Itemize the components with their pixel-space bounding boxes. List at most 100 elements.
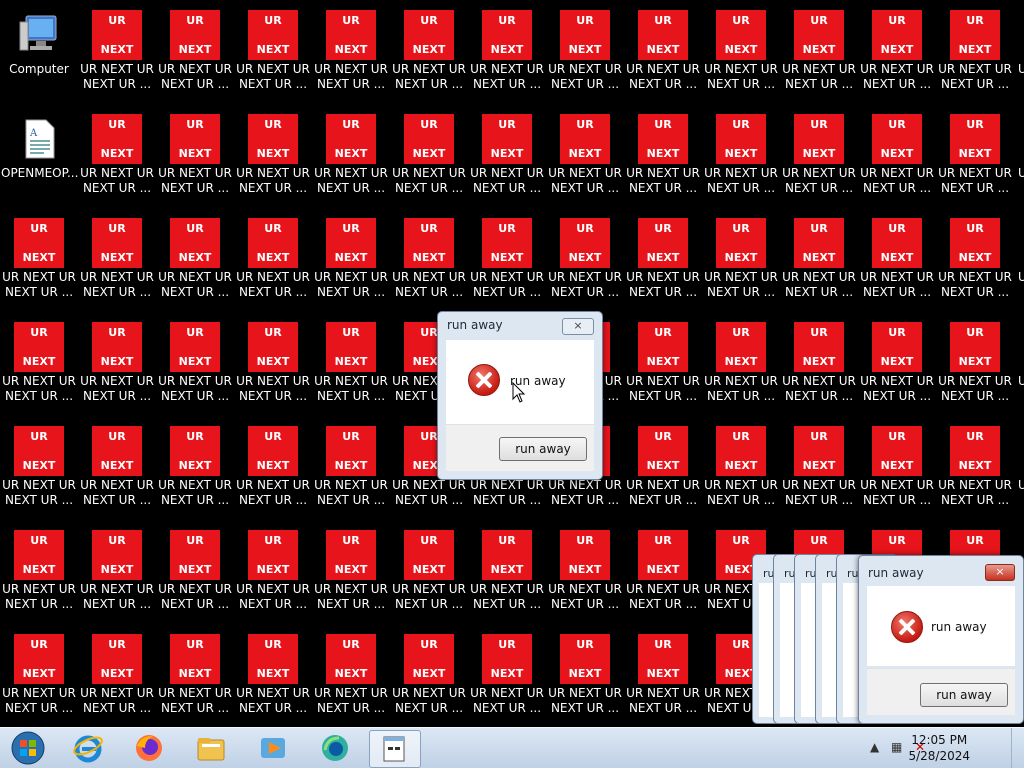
system-clock[interactable]: 12:05 PM 5/28/2024 [908, 732, 970, 764]
desktop-icon-ur-next[interactable]: UR NEXT UR NEXT UR NEXT UR ... [624, 523, 702, 627]
dialog-close-button[interactable]: × [985, 564, 1015, 581]
desktop-icon-label: UR NEXT UR NEXT UR ... [236, 62, 310, 91]
desktop-icon-ur-next[interactable]: UR NEXT UR NEXT UR NEXT UR ... [156, 107, 234, 211]
desktop-icon-cut-off[interactable]: U [1018, 166, 1024, 180]
desktop-icon-ur-next[interactable]: UR NEXT UR NEXT UR NEXT UR ... [468, 627, 546, 731]
desktop-icon-cut-off[interactable]: U [1018, 374, 1024, 388]
desktop-icon-ur-next[interactable]: UR NEXT UR NEXT UR NEXT UR ... [780, 211, 858, 315]
desktop-icon-ur-next[interactable]: UR NEXT UR NEXT UR NEXT UR ... [936, 315, 1014, 419]
desktop-icon-ur-next[interactable]: UR NEXT UR NEXT UR NEXT UR ... [780, 107, 858, 211]
taskbar-explorer[interactable] [186, 730, 236, 766]
desktop-icon-ur-next[interactable]: UR NEXT UR NEXT UR NEXT UR ... [702, 315, 780, 419]
network-icon[interactable]: ▦ [891, 740, 902, 754]
desktop-icon-ur-next[interactable]: UR NEXT UR NEXT UR NEXT UR ... [468, 3, 546, 107]
desktop-icon-ur-next[interactable]: UR NEXT UR NEXT UR NEXT UR ... [0, 419, 78, 523]
run-away-button[interactable]: run away [920, 683, 1008, 707]
taskbar-notepad[interactable] [369, 730, 421, 768]
desktop-icon-ur-next[interactable]: UR NEXT UR NEXT UR NEXT UR ... [234, 523, 312, 627]
desktop-icon-ur-next[interactable]: UR NEXT UR NEXT UR NEXT UR ... [234, 315, 312, 419]
desktop-icon-ur-next[interactable]: UR NEXT UR NEXT UR NEXT UR ... [624, 211, 702, 315]
taskbar-ie[interactable] [63, 730, 113, 766]
desktop-icon-ur-next[interactable]: UR NEXT UR NEXT UR NEXT UR ... [702, 211, 780, 315]
desktop-icon-ur-next[interactable]: UR NEXT UR NEXT UR NEXT UR ... [156, 211, 234, 315]
desktop-icon-ur-next[interactable]: UR NEXT UR NEXT UR NEXT UR ... [468, 523, 546, 627]
desktop-icon-ur-next[interactable]: UR NEXT UR NEXT UR NEXT UR ... [156, 523, 234, 627]
run-away-dialog[interactable]: run away × run away run away [437, 311, 603, 480]
start-button[interactable] [3, 730, 53, 766]
desktop-icon-ur-next[interactable]: UR NEXT UR NEXT UR NEXT UR ... [312, 315, 390, 419]
desktop-icon-ur-next[interactable]: UR NEXT UR NEXT UR NEXT UR ... [78, 523, 156, 627]
desktop-icon-ur-next[interactable]: UR NEXT UR NEXT UR NEXT UR ... [936, 3, 1014, 107]
run-away-button[interactable]: run away [499, 437, 587, 461]
desktop-icon-ur-next[interactable]: UR NEXT UR NEXT UR NEXT UR ... [780, 3, 858, 107]
desktop-icon-ur-next[interactable]: UR NEXT UR NEXT UR NEXT UR ... [624, 107, 702, 211]
desktop-icon-ur-next[interactable]: UR NEXT UR NEXT UR NEXT UR ... [312, 419, 390, 523]
desktop-icon-ur-next[interactable]: UR NEXT UR NEXT UR NEXT UR ... [234, 419, 312, 523]
desktop-icon-ur-next[interactable]: UR NEXT UR NEXT UR NEXT UR ... [0, 627, 78, 731]
desktop-icon-document[interactable]: A OPENMEOP... [0, 107, 78, 211]
desktop-icon-ur-next[interactable]: UR NEXT UR NEXT UR NEXT UR ... [936, 419, 1014, 523]
desktop-icon-ur-next[interactable]: UR NEXT UR NEXT UR NEXT UR ... [780, 419, 858, 523]
desktop-icon-ur-next[interactable]: UR NEXT UR NEXT UR NEXT UR ... [390, 523, 468, 627]
desktop-icon-ur-next[interactable]: UR NEXT UR NEXT UR NEXT UR ... [78, 211, 156, 315]
taskbar-edge[interactable] [310, 730, 360, 766]
desktop-icon-ur-next[interactable]: UR NEXT UR NEXT UR NEXT UR ... [78, 627, 156, 731]
taskbar-media-player[interactable] [248, 730, 298, 766]
desktop-icon-ur-next[interactable]: UR NEXT UR NEXT UR NEXT UR ... [78, 419, 156, 523]
desktop-icon-ur-next[interactable]: UR NEXT UR NEXT UR NEXT UR ... [858, 419, 936, 523]
desktop-icon-ur-next[interactable]: UR NEXT UR NEXT UR NEXT UR ... [780, 315, 858, 419]
desktop-icon-ur-next[interactable]: UR NEXT UR NEXT UR NEXT UR ... [468, 107, 546, 211]
desktop-icon-ur-next[interactable]: UR NEXT UR NEXT UR NEXT UR ... [156, 3, 234, 107]
desktop-icon-ur-next[interactable]: UR NEXT UR NEXT UR NEXT UR ... [312, 107, 390, 211]
desktop-icon-ur-next[interactable]: UR NEXT UR NEXT UR NEXT UR ... [702, 3, 780, 107]
desktop-icon-ur-next[interactable]: UR NEXT UR NEXT UR NEXT UR ... [234, 211, 312, 315]
desktop-icon-cut-off[interactable]: U [1018, 270, 1024, 284]
desktop-icon-cut-off[interactable]: U [1018, 478, 1024, 492]
run-away-dialog-front[interactable]: run away × run away run away [858, 555, 1024, 724]
desktop-icon-ur-next[interactable]: UR NEXT UR NEXT UR NEXT UR ... [390, 211, 468, 315]
desktop-icon-ur-next[interactable]: UR NEXT UR NEXT UR NEXT UR ... [624, 419, 702, 523]
desktop-icon-ur-next[interactable]: UR NEXT UR NEXT UR NEXT UR ... [936, 107, 1014, 211]
desktop-icon-ur-next[interactable]: UR NEXT UR NEXT UR NEXT UR ... [156, 627, 234, 731]
desktop-icon-ur-next[interactable]: UR NEXT UR NEXT UR NEXT UR ... [234, 627, 312, 731]
desktop-icon-ur-next[interactable]: UR NEXT UR NEXT UR NEXT UR ... [78, 107, 156, 211]
desktop-icon-ur-next[interactable]: UR NEXT UR NEXT UR NEXT UR ... [312, 3, 390, 107]
desktop-icon-ur-next[interactable]: UR NEXT UR NEXT UR NEXT UR ... [858, 211, 936, 315]
desktop-icon-ur-next[interactable]: UR NEXT UR NEXT UR NEXT UR ... [0, 523, 78, 627]
desktop-icon-ur-next[interactable]: UR NEXT UR NEXT UR NEXT UR ... [0, 315, 78, 419]
desktop-icon-ur-next[interactable]: UR NEXT UR NEXT UR NEXT UR ... [624, 3, 702, 107]
desktop-icon-ur-next[interactable]: UR NEXT UR NEXT UR NEXT UR ... [546, 211, 624, 315]
desktop-icon-ur-next[interactable]: UR NEXT UR NEXT UR NEXT UR ... [390, 627, 468, 731]
show-desktop-button[interactable] [1011, 728, 1024, 768]
desktop-icon-ur-next[interactable]: UR NEXT UR NEXT UR NEXT UR ... [312, 523, 390, 627]
desktop-icon-ur-next[interactable]: UR NEXT UR NEXT UR NEXT UR ... [546, 627, 624, 731]
desktop-icon-ur-next[interactable]: UR NEXT UR NEXT UR NEXT UR ... [468, 211, 546, 315]
desktop-icon-ur-next[interactable]: UR NEXT UR NEXT UR NEXT UR ... [78, 315, 156, 419]
desktop-icon-ur-next[interactable]: UR NEXT UR NEXT UR NEXT UR ... [390, 3, 468, 107]
desktop-icon-ur-next[interactable]: UR NEXT UR NEXT UR NEXT UR ... [624, 627, 702, 731]
desktop-icon-ur-next[interactable]: UR NEXT UR NEXT UR NEXT UR ... [624, 315, 702, 419]
taskbar-firefox[interactable] [124, 730, 174, 766]
desktop-icon-ur-next[interactable]: UR NEXT UR NEXT UR NEXT UR ... [546, 107, 624, 211]
desktop-icon-ur-next[interactable]: UR NEXT UR NEXT UR NEXT UR ... [156, 419, 234, 523]
desktop-icon-ur-next[interactable]: UR NEXT UR NEXT UR NEXT UR ... [858, 315, 936, 419]
dialog-close-button[interactable]: × [562, 318, 594, 335]
desktop-icon-ur-next[interactable]: UR NEXT UR NEXT UR NEXT UR ... [858, 3, 936, 107]
desktop-icon-ur-next[interactable]: UR NEXT UR NEXT UR NEXT UR ... [390, 107, 468, 211]
desktop-icon-ur-next[interactable]: UR NEXT UR NEXT UR NEXT UR ... [312, 627, 390, 731]
show-hidden-icons-arrow-icon[interactable]: ▲ [870, 740, 879, 754]
desktop-icon-ur-next[interactable]: UR NEXT UR NEXT UR NEXT UR ... [702, 419, 780, 523]
desktop-icon-ur-next[interactable]: UR NEXT UR NEXT UR NEXT UR ... [312, 211, 390, 315]
desktop-icon-computer[interactable]: Computer [0, 3, 78, 107]
desktop-icon-ur-next[interactable]: UR NEXT UR NEXT UR NEXT UR ... [858, 107, 936, 211]
desktop-icon-ur-next[interactable]: UR NEXT UR NEXT UR NEXT UR ... [234, 107, 312, 211]
desktop-icon-ur-next[interactable]: UR NEXT UR NEXT UR NEXT UR ... [0, 211, 78, 315]
desktop-icon-ur-next[interactable]: UR NEXT UR NEXT UR NEXT UR ... [78, 3, 156, 107]
desktop-icon-ur-next[interactable]: UR NEXT UR NEXT UR NEXT UR ... [546, 3, 624, 107]
desktop-icon-ur-next[interactable]: UR NEXT UR NEXT UR NEXT UR ... [156, 315, 234, 419]
desktop-icon-ur-next[interactable]: UR NEXT UR NEXT UR NEXT UR ... [234, 3, 312, 107]
desktop-icon-ur-next[interactable]: UR NEXT UR NEXT UR NEXT UR ... [546, 523, 624, 627]
desktop-icon-ur-next[interactable]: UR NEXT UR NEXT UR NEXT UR ... [936, 211, 1014, 315]
desktop-icon-ur-next[interactable]: UR NEXT UR NEXT UR NEXT UR ... [702, 107, 780, 211]
desktop-icon-cut-off[interactable]: U [1018, 62, 1024, 76]
